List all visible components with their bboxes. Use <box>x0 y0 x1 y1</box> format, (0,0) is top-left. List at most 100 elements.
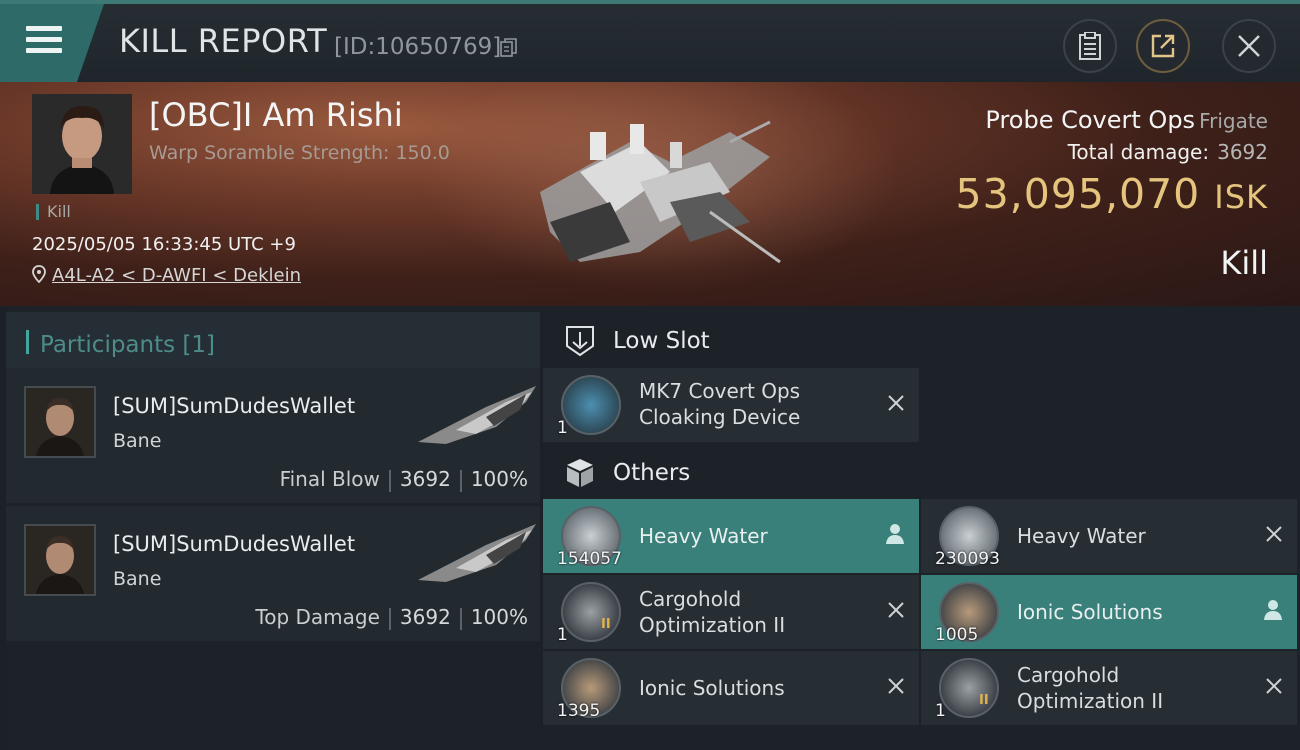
header-bar: KILL REPORT [ID:10650769] <box>0 0 1300 82</box>
item-name-line1: MK7 Covert Ops <box>639 379 801 403</box>
participant-row[interactable]: [SUM]SumDudesWallet Bane Final Blow 3692 1… <box>6 368 540 503</box>
item-quantity: 1 <box>557 418 568 438</box>
victim-name[interactable]: [OBC]I Am Rishi <box>149 96 403 134</box>
close-icon <box>1238 35 1260 57</box>
low-slot-header: Low Slot <box>543 310 1300 370</box>
item-name: MK7 Covert Ops Cloaking Device <box>639 378 800 430</box>
item-name-line2: Cloaking Device <box>639 405 801 429</box>
participant-ship: Bane <box>113 568 162 590</box>
kill-datetime: 2025/05/05 16:33:45 UTC +9 <box>32 234 296 255</box>
participant-avatar[interactable] <box>24 524 96 596</box>
participant-name[interactable]: [SUM]SumDudesWallet <box>113 394 355 418</box>
copy-icon[interactable] <box>500 38 518 58</box>
cargo-item[interactable]: 154057 Heavy Water <box>543 499 919 573</box>
item-name-line1: Cargohold <box>1017 663 1120 687</box>
destroyed-x-icon <box>1266 526 1282 542</box>
item-quantity: 154057 <box>557 549 622 569</box>
item-quantity: 1 <box>557 625 568 645</box>
result-label: Kill <box>1220 244 1268 282</box>
fitting-panel: Low Slot 1 MK7 Covert Ops Cloaking Devic… <box>543 306 1300 750</box>
item-quantity: 1005 <box>935 625 979 645</box>
dropped-person-icon <box>886 524 904 544</box>
location-pin-icon <box>32 265 46 284</box>
victim-banner: [OBC]I Am Rishi Warp Soramble Strength: … <box>0 82 1300 306</box>
victim-portrait[interactable] <box>32 94 132 194</box>
item-name: Heavy Water <box>1017 524 1146 548</box>
isk-value: 53,095,070 ISK <box>956 170 1268 218</box>
clipboard-icon <box>1079 32 1101 60</box>
pilot-avatar-icon <box>32 94 132 194</box>
page-title: KILL REPORT <box>119 22 328 60</box>
ship-class: Frigate <box>1199 109 1268 133</box>
isk-amount: 53,095,070 <box>955 170 1201 218</box>
item-name: Cargohold Optimization II <box>1017 662 1163 714</box>
participant-avatar[interactable] <box>24 386 96 458</box>
others-header: Others <box>543 442 1300 502</box>
destroyed-x-icon <box>888 395 904 411</box>
pilot-avatar-icon <box>26 526 94 594</box>
item-name: Ionic Solutions <box>639 676 785 700</box>
item-quantity: 1395 <box>557 701 601 721</box>
bane-ship-icon <box>418 524 536 582</box>
participants-title: Participants [1] <box>40 332 215 358</box>
item-quantity: 230093 <box>935 549 1000 569</box>
share-button[interactable] <box>1136 19 1190 73</box>
cargo-item[interactable]: II 1 Cargohold Optimization II <box>921 651 1297 725</box>
item-name-line1: Cargohold <box>639 587 742 611</box>
participant-stats: Top Damage 3692 100% <box>255 605 528 630</box>
cloaking-device-icon <box>561 375 621 435</box>
item-quantity: 1 <box>935 701 946 721</box>
total-damage-value: 3692 <box>1217 140 1268 164</box>
cargo-item[interactable]: 1395 Ionic Solutions <box>543 651 919 725</box>
participant-percent: 100% <box>470 605 528 629</box>
cargohold-optimization-icon <box>939 658 999 718</box>
item-name: Cargohold Optimization II <box>639 586 785 638</box>
location-link[interactable]: A4L-A2 < D-AWFI < Deklein <box>52 265 301 286</box>
participant-role: Top Damage <box>255 605 380 629</box>
cargo-item[interactable]: 1005 Ionic Solutions <box>921 575 1297 649</box>
ship-name: Probe Covert Ops <box>985 106 1196 134</box>
kill-location[interactable]: A4L-A2 < D-AWFI < Deklein <box>32 265 301 286</box>
participant-ship: Bane <box>113 430 162 452</box>
participant-name[interactable]: [SUM]SumDudesWallet <box>113 532 355 556</box>
participants-panel: Participants [1] [SUM]SumDudesWallet Ban… <box>6 306 540 750</box>
total-damage-label: Total damage: <box>1067 140 1210 164</box>
report-id: [ID:10650769] <box>334 34 502 60</box>
item-name-line2: Optimization II <box>639 613 786 637</box>
others-title: Others <box>613 460 691 486</box>
module-item[interactable]: 1 MK7 Covert Ops Cloaking Device <box>543 368 919 442</box>
participant-role: Final Blow <box>279 467 380 491</box>
participant-stats: Final Blow 3692 100% <box>280 467 528 492</box>
hamburger-icon[interactable] <box>26 26 62 56</box>
cargo-item[interactable]: II 1 Cargohold Optimization II <box>543 575 919 649</box>
participants-header: Participants [1] <box>6 312 540 368</box>
warp-scramble-strength: Warp Soramble Strength: 150.0 <box>149 142 450 164</box>
item-name: Heavy Water <box>639 524 768 548</box>
menu-button[interactable] <box>0 4 104 82</box>
cargo-box-icon <box>567 459 593 487</box>
clipboard-button[interactable] <box>1063 19 1117 73</box>
dropped-person-icon <box>1264 600 1282 620</box>
participant-damage: 3692 <box>399 605 451 629</box>
isk-unit: ISK <box>1214 178 1268 216</box>
tech-ii-badge: II <box>979 693 989 708</box>
kill-tag: Kill <box>36 204 71 220</box>
destroyed-x-icon <box>888 678 904 694</box>
ship-render <box>540 120 781 264</box>
item-name-line2: Optimization II <box>1017 689 1164 713</box>
share-icon <box>1151 34 1175 58</box>
bane-ship-icon <box>418 386 536 444</box>
low-slot-icon <box>566 326 594 357</box>
total-damage: Total damage: 3692 <box>1068 140 1268 164</box>
participant-damage: 3692 <box>399 467 451 491</box>
cargo-item[interactable]: 230093 Heavy Water <box>921 499 1297 573</box>
participant-row[interactable]: [SUM]SumDudesWallet Bane Top Damage 3692 1… <box>6 506 540 641</box>
cargohold-optimization-icon <box>561 582 621 642</box>
ship-type[interactable]: Probe Covert Ops Frigate <box>985 106 1268 134</box>
participant-percent: 100% <box>470 467 528 491</box>
section-marker <box>26 330 29 354</box>
pilot-avatar-icon <box>26 388 94 456</box>
close-button[interactable] <box>1222 19 1276 73</box>
tech-ii-badge: II <box>601 617 611 632</box>
item-name: Ionic Solutions <box>1017 600 1163 624</box>
